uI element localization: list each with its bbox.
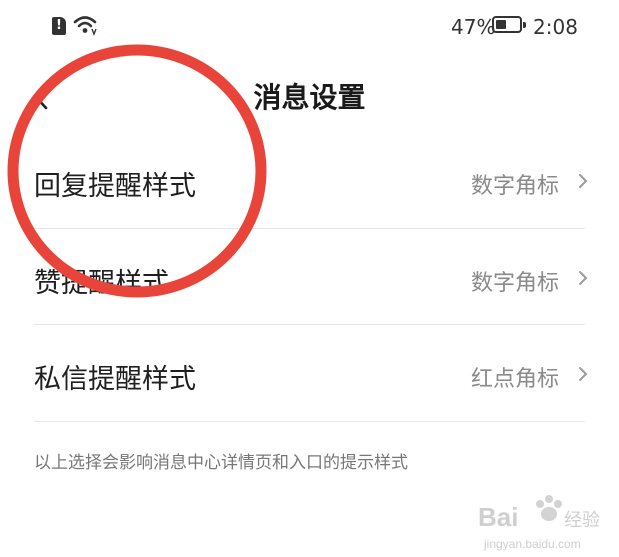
battery-level: [496, 20, 506, 29]
setting-row-like-reminder[interactable]: 赞提醒样式 数字角标: [0, 229, 619, 325]
svg-text:jingyan.baidu.com: jingyan.baidu.com: [483, 537, 581, 551]
wifi-icon: [73, 16, 97, 36]
clock: 2:08: [533, 15, 578, 39]
page-title: 消息设置: [253, 81, 366, 114]
setting-value: 数字角标: [470, 271, 559, 296]
setting-value: 红点角标: [470, 367, 559, 392]
header: 消息设置: [0, 60, 619, 130]
setting-label: 赞提醒样式: [34, 268, 169, 299]
chevron-right-icon: [579, 174, 588, 188]
settings-note: 以上选择会影响消息中心详情页和入口的提示样式: [34, 453, 408, 473]
status-bar: ! 47% 2:08: [0, 0, 619, 52]
setting-value: 数字角标: [470, 174, 559, 199]
baidu-jingyan-watermark: Bai 经验 jingyan.baidu.com: [478, 495, 600, 551]
setting-row-message-reminder[interactable]: 私信提醒样式 红点角标: [0, 325, 619, 421]
divider: [34, 421, 585, 422]
setting-label: 回复提醒样式: [34, 171, 196, 202]
battery-icon: [492, 16, 526, 33]
svg-text:Bai: Bai: [478, 502, 518, 532]
battery-percent: 47%: [451, 15, 496, 39]
chevron-right-icon: [579, 367, 588, 381]
setting-row-reply-reminder[interactable]: 回复提醒样式 数字角标: [0, 132, 619, 228]
chevron-right-icon: [579, 271, 588, 285]
sim-alert-icon: !: [52, 17, 66, 35]
setting-label: 私信提醒样式: [34, 364, 196, 395]
svg-text:经验: 经验: [564, 510, 600, 530]
